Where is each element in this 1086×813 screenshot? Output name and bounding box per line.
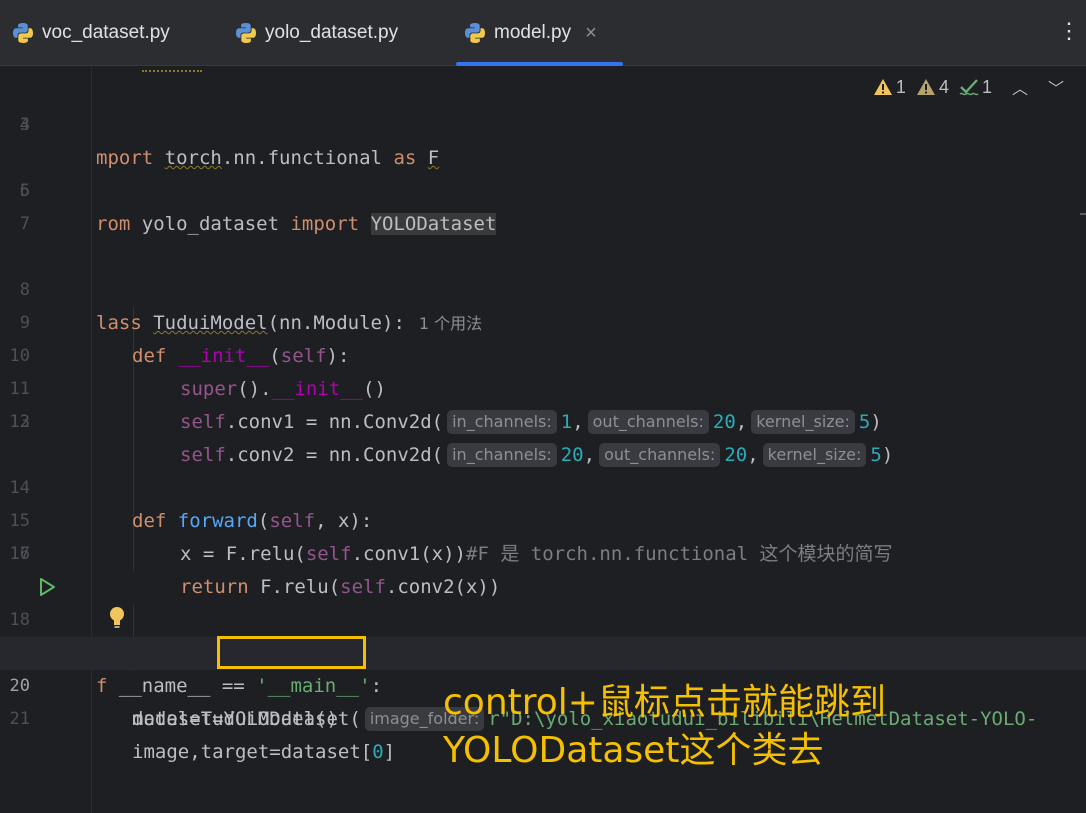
- line-number: 13: [9, 412, 30, 432]
- tab-voc-dataset[interactable]: voc_dataset.py: [12, 0, 170, 66]
- line-number: 17: [9, 544, 30, 564]
- annotation-text: control+鼠标点击就能跳到 YOLODataset这个类去: [443, 679, 886, 775]
- code-line[interactable]: 11 self.conv1 = nn.Conv2d(in_channels: 1,…: [0, 340, 1086, 434]
- code-line[interactable]: 15 x = F.relu(self.conv1(x))#F 是 torch.n…: [0, 472, 1086, 565]
- warning-underline: [142, 67, 202, 72]
- code-editor[interactable]: 1 4 1 ︿ ﹀ 3 mport torch.nn.functional as…: [0, 67, 1086, 813]
- python-file-icon: [13, 23, 33, 43]
- python-file-icon: [465, 23, 485, 43]
- highlight-box: [217, 636, 366, 669]
- annotation-line: YOLODataset这个类去: [443, 730, 824, 771]
- close-icon[interactable]: ×: [585, 22, 597, 45]
- code-line[interactable]: 13: [0, 406, 1086, 439]
- code-line[interactable]: 18 f __name__ == '__main__':: [0, 571, 1086, 697]
- line-number: 7: [19, 214, 30, 234]
- code-line-current[interactable]: 20 dataset=YOLODataset(image_folder: r"D:…: [0, 637, 1086, 731]
- more-options-icon[interactable]: ⋮: [1058, 18, 1080, 44]
- lightbulb-icon[interactable]: [108, 606, 126, 630]
- line-number: 21: [9, 709, 30, 729]
- tab-label: yolo_dataset.py: [265, 22, 399, 43]
- code-line[interactable]: 4: [0, 109, 1086, 142]
- code-line[interactable]: 10 super().__init__(): [0, 307, 1086, 400]
- tab-label: model.py: [494, 22, 572, 43]
- line-number: 4: [19, 115, 30, 135]
- code-line[interactable]: 17: [0, 538, 1086, 571]
- code-line[interactable]: 8 lass TuduiModel(nn.Module): 1 个用法: [0, 241, 1086, 334]
- tab-model[interactable]: model.py ×: [456, 0, 623, 66]
- code-line[interactable]: 6: [0, 175, 1086, 208]
- code-line[interactable]: 7: [0, 208, 1086, 241]
- python-file-icon: [236, 23, 256, 43]
- code-line[interactable]: 14 def forward(self, x):: [0, 439, 1086, 532]
- code-line[interactable]: 19 model=TuduiModel(): [0, 604, 1086, 730]
- line-number: 6: [19, 181, 30, 201]
- annotation-line: control+鼠标点击就能跳到: [443, 682, 886, 723]
- code-line[interactable]: 12 self.conv2 = nn.Conv2d(in_channels: 20…: [0, 373, 1086, 467]
- tab-yolo-dataset[interactable]: yolo_dataset.py: [235, 0, 398, 66]
- code-line[interactable]: 3 mport torch.nn.functional as F: [0, 76, 1086, 169]
- code-text: image,target=dataset[0]: [132, 741, 396, 763]
- code-line[interactable]: 5 rom yolo_dataset import YOLODataset: [0, 142, 1086, 235]
- run-icon[interactable]: [38, 577, 56, 597]
- code-line[interactable]: 16 return F.relu(self.conv2(x)): [0, 505, 1086, 598]
- editor-tab-bar: voc_dataset.py yolo_dataset.py model.py …: [0, 0, 1086, 66]
- code-line[interactable]: 9 def __init__(self):: [0, 274, 1086, 367]
- tab-label: voc_dataset.py: [42, 22, 170, 43]
